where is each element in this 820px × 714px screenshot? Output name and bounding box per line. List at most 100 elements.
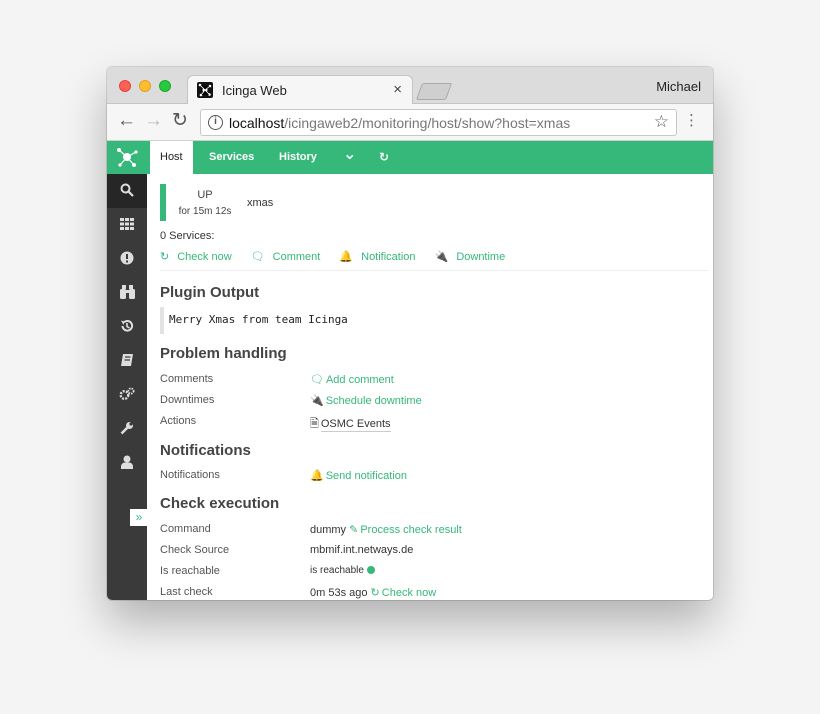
url-path: /icingaweb2/monitoring/host/show?host=xm… — [284, 115, 571, 131]
services-count: 0 Services: — [160, 230, 215, 242]
history-icon — [121, 320, 134, 332]
osmc-events-link[interactable]: 🗎 OSMC Events — [310, 415, 391, 434]
bell-icon: 🔔 — [310, 470, 324, 482]
url-text[interactable]: localhost/icingaweb2/monitoring/host/sho… — [229, 115, 570, 131]
downtime-label: Downtime — [456, 251, 506, 263]
is-reachable-value: is reachable — [310, 565, 375, 576]
tabs-dropdown-chevron-icon[interactable]: ⌄ — [343, 138, 356, 171]
problem-handling-heading: Problem handling — [160, 345, 287, 362]
host-state-duration: for 15m 12s — [178, 206, 232, 217]
add-comment-label: Add comment — [325, 374, 394, 386]
process-check-result-link[interactable]: ✎ Process check result — [349, 524, 462, 536]
schedule-downtime-link[interactable]: 🔌 Schedule downtime — [310, 394, 422, 407]
dashboard-icon — [120, 218, 134, 230]
icinga-favicon-icon — [197, 82, 213, 98]
notification-link[interactable]: 🔔 Notification — [339, 251, 423, 263]
back-button[interactable]: ← — [117, 111, 136, 131]
command-name: dummy — [310, 524, 347, 536]
reachable-status-dot — [366, 566, 375, 575]
downtime-link[interactable]: 🔌 Downtime — [435, 251, 514, 263]
info-icon[interactable]: i — [208, 115, 223, 130]
icinga-logo-icon — [117, 148, 138, 167]
sidebar-item-search[interactable] — [107, 174, 147, 208]
close-window-button[interactable] — [119, 80, 131, 92]
comments-label: Comments — [160, 373, 214, 385]
wrench-icon — [120, 422, 133, 435]
profile-name[interactable]: Michael — [656, 79, 701, 94]
bookmark-star-icon[interactable]: ☆ — [654, 112, 669, 132]
sidebar-item-configuration[interactable] — [107, 412, 147, 446]
send-notification-label: Send notification — [325, 470, 408, 482]
browser-tab[interactable]: Icinga Web × — [187, 75, 413, 105]
icinga-logo[interactable] — [107, 141, 147, 174]
comment-label: Comment — [272, 251, 321, 263]
refresh-icon: ↻ — [160, 251, 170, 263]
plug-icon: 🔌 — [434, 251, 449, 263]
bell-icon: 🔔 — [339, 251, 354, 263]
actions-label: Actions — [160, 415, 197, 427]
plug-icon: 🔌 — [310, 395, 324, 407]
url-host: localhost — [229, 115, 285, 131]
divider — [160, 270, 708, 271]
osmc-events-label: OSMC Events — [320, 418, 391, 432]
sidebar — [107, 141, 147, 600]
command-value: dummy ✎ Process check result — [310, 523, 462, 536]
last-check-value: 0m 53s ago ↻ Check now — [310, 586, 436, 599]
comment-icon: 🗨 — [250, 251, 265, 263]
host-detail: UP for 15m 12s xmas 0 Services: ↻ Check n… — [147, 174, 713, 600]
new-tab-button[interactable] — [415, 83, 453, 100]
plugin-output-heading: Plugin Output — [160, 284, 260, 301]
command-label: Command — [160, 523, 211, 535]
sidebar-item-problems[interactable] — [107, 242, 147, 276]
downtimes-label: Downtimes — [160, 394, 215, 406]
tab-services[interactable]: Services — [209, 141, 254, 174]
refresh-icon[interactable]: ↻ — [379, 141, 389, 174]
edit-icon: ✎ — [349, 524, 359, 536]
sidebar-collapse-button[interactable]: » — [130, 509, 148, 526]
tab-history[interactable]: History — [279, 141, 317, 174]
host-state-indicator — [160, 184, 166, 221]
plugin-output-text: Merry Xmas from team Icinga — [160, 307, 348, 334]
is-reachable-text: is reachable — [310, 565, 364, 576]
tab-close-icon[interactable]: × — [393, 81, 402, 98]
last-check-now-link[interactable]: ↻ Check now — [371, 587, 437, 599]
check-source-value: mbmif.int.netways.de — [310, 544, 414, 556]
user-icon — [121, 455, 133, 469]
content-tabs: Host Services History ⌄ ↻ — [147, 141, 713, 174]
maximize-window-button[interactable] — [159, 80, 171, 92]
address-bar[interactable]: i localhost/icingaweb2/monitoring/host/s… — [200, 109, 677, 136]
browser-window: Icinga Web × Michael ← → ↻ i localhost/i… — [107, 67, 713, 600]
check-now-link[interactable]: ↻ Check now — [160, 251, 240, 263]
last-check-time: 0m 53s ago — [310, 587, 368, 599]
add-comment-link[interactable]: 🗨 Add comment — [310, 373, 394, 386]
comment-link[interactable]: 🗨 Comment — [251, 251, 329, 263]
system-icon — [119, 387, 135, 400]
check-now-label: Check now — [177, 251, 232, 263]
search-icon — [120, 183, 134, 197]
forward-button[interactable]: → — [144, 111, 163, 131]
comment-icon: 🗨 — [310, 374, 324, 386]
send-notification-link[interactable]: 🔔 Send notification — [310, 469, 407, 482]
host-state: UP — [197, 189, 213, 201]
refresh-icon: ↻ — [370, 587, 380, 599]
host-name[interactable]: xmas — [247, 197, 273, 209]
sidebar-item-system[interactable] — [107, 378, 147, 412]
document-icon: 🗎 — [310, 418, 319, 430]
browser-menu-icon[interactable]: ⋮ — [684, 112, 699, 130]
sidebar-item-user[interactable] — [107, 446, 147, 480]
sidebar-item-overview[interactable] — [107, 276, 147, 310]
process-check-result-label: Process check result — [360, 524, 462, 536]
schedule-downtime-label: Schedule downtime — [325, 395, 422, 407]
check-source-label: Check Source — [160, 544, 230, 556]
host-actions: ↻ Check now 🗨 Comment 🔔 Notification 🔌 Downt… — [160, 250, 521, 263]
reload-button[interactable]: ↻ — [172, 111, 188, 131]
documentation-icon — [121, 354, 133, 366]
sidebar-item-history[interactable] — [107, 310, 147, 344]
last-check-label: Last check — [160, 586, 213, 598]
check-execution-heading: Check execution — [160, 495, 280, 512]
tab-host[interactable]: Host — [150, 141, 193, 174]
sidebar-item-documentation[interactable] — [107, 344, 147, 378]
sidebar-item-dashboard[interactable] — [107, 208, 147, 242]
notifications-heading: Notifications — [160, 442, 251, 459]
minimize-window-button[interactable] — [139, 80, 151, 92]
